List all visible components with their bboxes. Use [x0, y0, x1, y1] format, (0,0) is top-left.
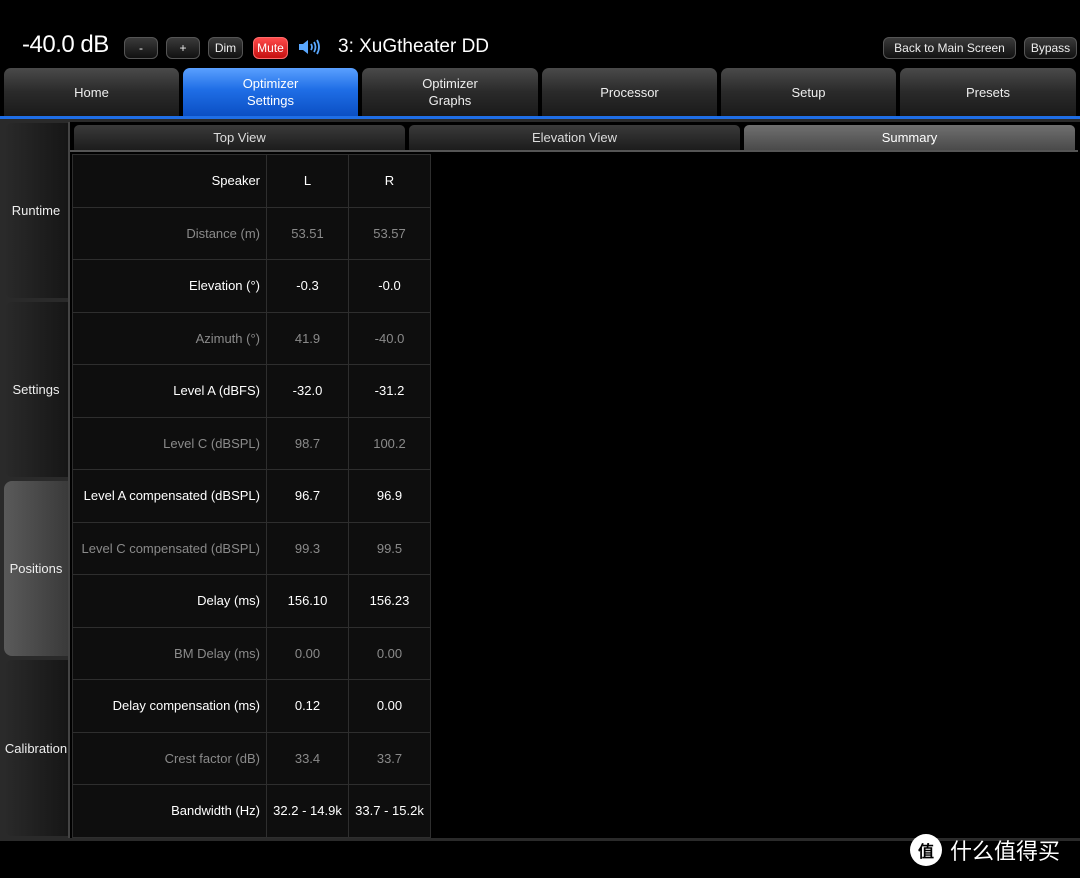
- tab-processor[interactable]: Processor: [542, 68, 717, 116]
- row-label: Level A (dBFS): [72, 364, 267, 418]
- row-label: Azimuth (°): [72, 311, 267, 365]
- cell-right: 0.00: [348, 626, 431, 680]
- speaker-volume-icon[interactable]: [297, 37, 323, 57]
- tab-optimizer-settings[interactable]: Optimizer Settings: [183, 68, 358, 116]
- sub-tab-elevation-view[interactable]: Elevation View: [409, 125, 740, 150]
- sub-tab-underline: [70, 150, 1078, 152]
- row-label: Crest factor (dB): [72, 731, 267, 785]
- volume-readout: -40.0 dB: [22, 31, 109, 58]
- table-row: Delay compensation (ms) 0.12 0.00: [72, 679, 431, 733]
- row-label: Distance (m): [72, 206, 267, 260]
- volume-up-button[interactable]: +: [166, 37, 200, 59]
- cell-left: 32.2 - 14.9k: [266, 784, 349, 838]
- tab-label: Optimizer: [242, 76, 299, 91]
- cell-left: 98.7: [266, 416, 349, 470]
- preset-title: 3: XuGtheater DD: [338, 36, 490, 57]
- tab-label: Optimizer: [422, 76, 478, 91]
- bypass-button[interactable]: Bypass: [1024, 37, 1077, 59]
- cell-left: 99.3: [266, 521, 349, 575]
- watermark-logo: 值: [910, 834, 942, 866]
- row-label: Delay compensation (ms): [72, 679, 267, 733]
- cell-right: -40.0: [348, 311, 431, 365]
- row-label: Level A compensated (dBSPL): [72, 469, 267, 523]
- volume-down-button[interactable]: -: [124, 37, 158, 59]
- side-tab-settings[interactable]: Settings: [4, 302, 68, 477]
- cell-left: -0.3: [266, 259, 349, 313]
- side-tab-positions[interactable]: Positions: [4, 481, 68, 656]
- cell-left: 96.7: [266, 469, 349, 523]
- tab-label-line2: Settings: [247, 93, 294, 108]
- top-bar: -40.0 dB - + Dim Mute 3: XuGtheater DD B…: [0, 0, 1080, 66]
- column-header-left: L: [266, 154, 349, 208]
- table-header-row: Speaker L R: [72, 154, 431, 208]
- cell-right: 99.5: [348, 521, 431, 575]
- cell-right: -0.0: [348, 259, 431, 313]
- row-label: Level C (dBSPL): [72, 416, 267, 470]
- table-row: BM Delay (ms) 0.00 0.00: [72, 626, 431, 680]
- tab-presets[interactable]: Presets: [900, 68, 1076, 116]
- cell-right: 96.9: [348, 469, 431, 523]
- sub-tab-top-view[interactable]: Top View: [74, 125, 405, 150]
- side-tab-calibration[interactable]: Calibration: [4, 660, 68, 836]
- table-row: Crest factor (dB) 33.4 33.7: [72, 731, 431, 785]
- cell-right: 33.7 - 15.2k: [348, 784, 431, 838]
- column-header-speaker: Speaker: [72, 154, 267, 208]
- tab-label: Home: [74, 84, 109, 100]
- side-tab-label: Runtime: [11, 203, 61, 218]
- speaker-summary-table: Speaker L R Distance (m) 53.51 53.57 Ele…: [72, 154, 431, 838]
- tab-home[interactable]: Home: [4, 68, 179, 116]
- cell-right: 156.23: [348, 574, 431, 628]
- table-row: Level C compensated (dBSPL) 99.3 99.5: [72, 521, 431, 575]
- tab-label: Processor: [600, 84, 659, 100]
- table-row: Elevation (°) -0.3 -0.0: [72, 259, 431, 313]
- tab-label-line2: Graphs: [428, 93, 472, 108]
- watermark-text: 什么值得买: [950, 839, 1061, 864]
- table-row: Bandwidth (Hz) 32.2 - 14.9k 33.7 - 15.2k: [72, 784, 431, 838]
- back-to-main-screen-button[interactable]: Back to Main Screen: [883, 37, 1016, 59]
- table-row: Level C (dBSPL) 98.7 100.2: [72, 416, 431, 470]
- sub-tab-summary[interactable]: Summary: [744, 125, 1075, 150]
- cell-left: -32.0: [266, 364, 349, 418]
- table-row: Level A compensated (dBSPL) 96.7 96.9: [72, 469, 431, 523]
- tab-label: Setup: [791, 84, 826, 100]
- row-label: Bandwidth (Hz): [72, 784, 267, 838]
- table-row: Azimuth (°) 41.9 -40.0: [72, 311, 431, 365]
- side-tab-runtime[interactable]: Runtime: [4, 123, 68, 298]
- cell-right: 33.7: [348, 731, 431, 785]
- table-row: Distance (m) 53.51 53.57: [72, 206, 431, 260]
- side-tab-label: Calibration: [4, 740, 68, 756]
- row-label: Delay (ms): [72, 574, 267, 628]
- cell-left: 41.9: [266, 311, 349, 365]
- cell-left: 156.10: [266, 574, 349, 628]
- cell-right: 0.00: [348, 679, 431, 733]
- table-row: Level A (dBFS) -32.0 -31.2: [72, 364, 431, 418]
- tab-label: Presets: [965, 84, 1011, 100]
- side-tab-label: Settings: [12, 382, 60, 397]
- cell-left: 53.51: [266, 206, 349, 260]
- cell-right: -31.2: [348, 364, 431, 418]
- tab-optimizer-graphs[interactable]: Optimizer Graphs: [362, 68, 538, 116]
- row-label: BM Delay (ms): [72, 626, 267, 680]
- cell-left: 0.00: [266, 626, 349, 680]
- dim-button[interactable]: Dim: [208, 37, 243, 59]
- cell-right: 100.2: [348, 416, 431, 470]
- side-tab-label: Positions: [9, 561, 63, 576]
- table-row: Delay (ms) 156.10 156.23: [72, 574, 431, 628]
- cell-left: 0.12: [266, 679, 349, 733]
- column-header-right: R: [348, 154, 431, 208]
- cell-left: 33.4: [266, 731, 349, 785]
- mute-button[interactable]: Mute: [253, 37, 288, 59]
- tab-setup[interactable]: Setup: [721, 68, 896, 116]
- row-label: Level C compensated (dBSPL): [72, 521, 267, 575]
- cell-right: 53.57: [348, 206, 431, 260]
- row-label: Elevation (°): [72, 259, 267, 313]
- watermark: 值 什么值得买: [910, 834, 1060, 866]
